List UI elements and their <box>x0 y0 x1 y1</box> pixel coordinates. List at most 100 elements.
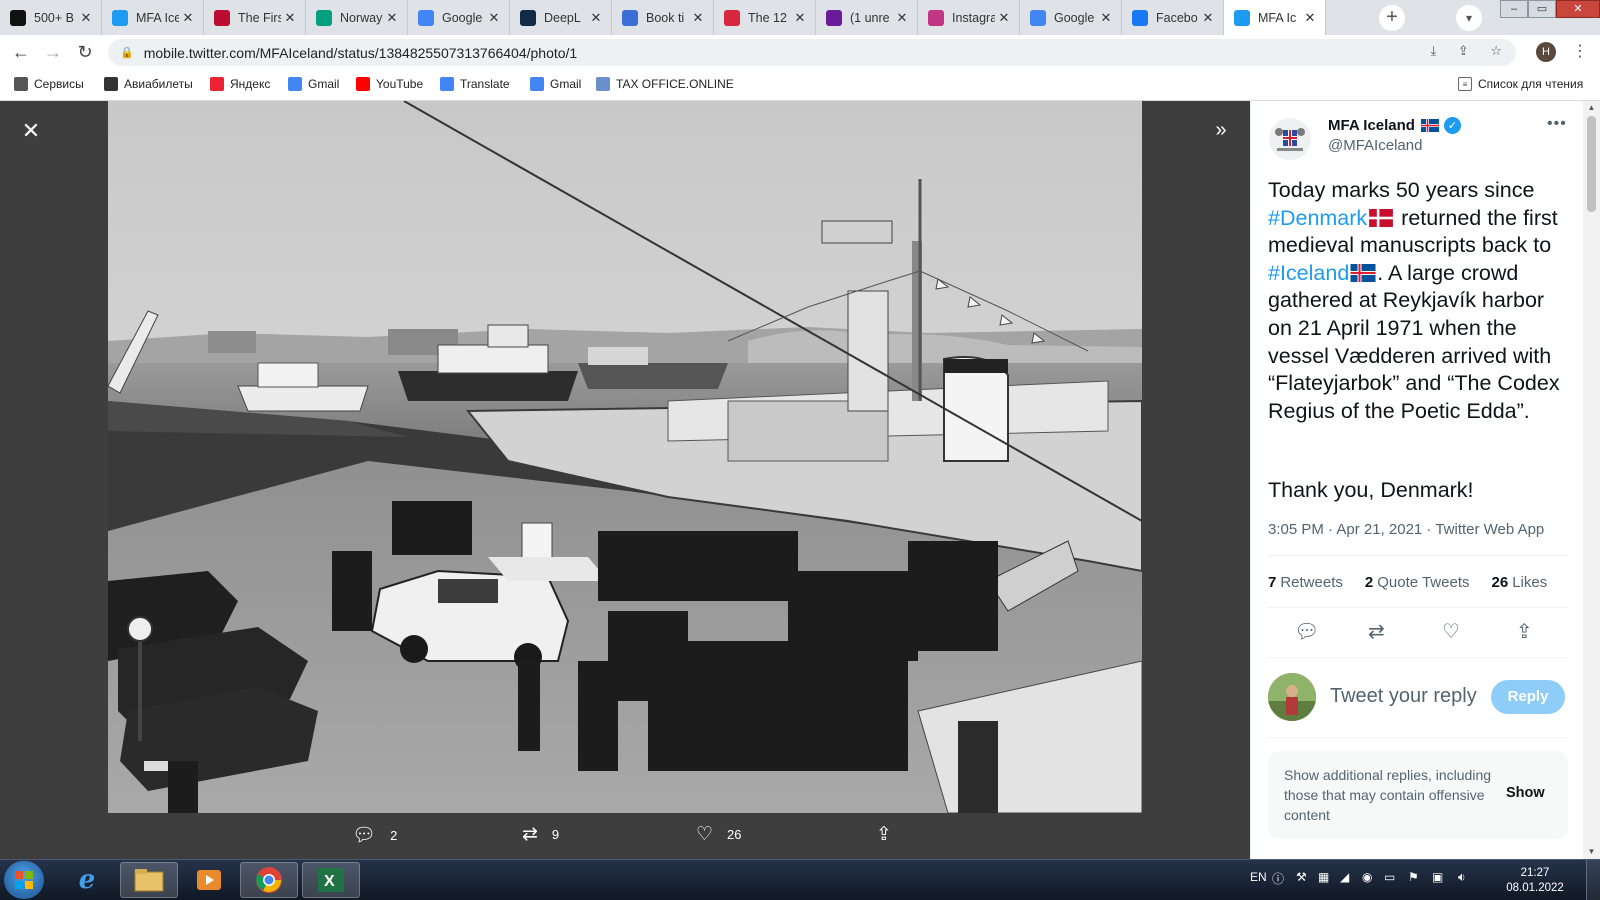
forward-button[interactable]: → <box>41 40 65 64</box>
excel-taskbar-button[interactable]: X <box>302 862 360 898</box>
bookmark-item[interactable]: Gmail <box>288 77 339 91</box>
bookmark-star-icon[interactable]: ☆ <box>1490 43 1502 58</box>
browser-tab[interactable]: (1 unre ✕ <box>816 0 918 35</box>
browser-tab[interactable]: MFA Ice ✕ <box>102 0 204 35</box>
network-icon[interactable]: ▣ <box>1432 870 1443 884</box>
browser-tab[interactable]: Google ✕ <box>408 0 510 35</box>
show-replies-button[interactable]: Show <box>1506 785 1545 801</box>
close-tab-icon[interactable]: ✕ <box>281 10 299 26</box>
show-desktop-button[interactable] <box>1586 860 1600 900</box>
hashtag-denmark[interactable]: #Denmark <box>1268 206 1367 230</box>
close-window-button[interactable]: ✕ <box>1556 0 1600 18</box>
chrome-taskbar-button[interactable] <box>240 862 298 898</box>
account-name[interactable]: MFA Iceland ✓ <box>1328 117 1461 134</box>
share-icon[interactable]: ⇪ <box>1458 43 1469 58</box>
browser-tab[interactable]: MFA Ic ✕ <box>1224 0 1326 35</box>
close-tab-icon[interactable]: ✕ <box>383 10 401 26</box>
bookmark-item[interactable]: TAX OFFICE.ONLINE <box>596 77 734 91</box>
tray-messenger-icon[interactable]: ◉ <box>1362 870 1372 884</box>
bookmark-item[interactable]: Gmail <box>530 77 581 91</box>
bookmark-item[interactable]: Яндекс <box>210 77 270 91</box>
close-tab-icon[interactable]: ✕ <box>587 10 605 26</box>
bookmark-item[interactable]: Translate <box>440 77 510 91</box>
retweet-icon[interactable]: ⇄ <box>1368 619 1385 644</box>
help-icon[interactable]: ⓘ <box>1272 870 1284 887</box>
photo-reply-button[interactable]: 💬︎ 2 <box>352 823 397 847</box>
scroll-up-icon[interactable]: ▲ <box>1583 101 1600 115</box>
reload-button[interactable]: ↻ <box>73 40 97 64</box>
language-indicator[interactable]: EN <box>1250 870 1267 884</box>
twitter-icon <box>112 9 128 26</box>
new-tab-button[interactable]: + <box>1379 5 1405 31</box>
browser-tab[interactable]: DeepL ✕ <box>510 0 612 35</box>
user-avatar[interactable] <box>1268 673 1316 721</box>
more-options-icon[interactable]: ••• <box>1547 115 1567 133</box>
close-photo-button[interactable]: ✕ <box>16 116 46 146</box>
google-translate-icon <box>440 77 454 91</box>
close-tab-icon[interactable]: ✕ <box>1097 10 1115 26</box>
file-explorer-taskbar-button[interactable] <box>120 862 178 898</box>
browser-tab[interactable]: Norway ✕ <box>306 0 408 35</box>
close-tab-icon[interactable]: ✕ <box>1199 10 1217 26</box>
bookmark-item[interactable]: Сервисы <box>14 77 84 91</box>
close-tab-icon[interactable]: ✕ <box>179 10 197 26</box>
volume-icon[interactable]: 🔉︎ <box>1458 870 1466 885</box>
tweet-photo[interactable] <box>108 101 1142 813</box>
heart-icon[interactable]: ♡ <box>1442 619 1460 644</box>
start-button[interactable] <box>4 861 44 899</box>
close-tab-icon[interactable]: ✕ <box>791 10 809 26</box>
tray-speaker-app-icon[interactable]: ◢ <box>1340 870 1349 884</box>
photo-like-button[interactable]: ♡ 26 <box>696 823 742 846</box>
page-scrollbar[interactable]: ▲ ▼ <box>1583 101 1600 859</box>
tray-wrench-icon[interactable]: ⚒ <box>1296 870 1307 884</box>
mfa-iceland-avatar[interactable] <box>1269 118 1311 160</box>
browser-tab[interactable]: The Firs ✕ <box>204 0 306 35</box>
browser-tab[interactable]: Instagra ✕ <box>918 0 1020 35</box>
system-clock[interactable]: 21:27 08.01.2022 <box>1505 866 1565 896</box>
browser-menu-icon[interactable]: ⋮ <box>1572 41 1588 61</box>
quote-tweets-stat[interactable]: 2 Quote Tweets <box>1365 574 1470 591</box>
close-tab-icon[interactable]: ✕ <box>995 10 1013 26</box>
browser-tab[interactable]: 500+ B ✕ <box>0 0 102 35</box>
browser-tab[interactable]: Facebo ✕ <box>1122 0 1224 35</box>
retweets-stat[interactable]: 7 Retweets <box>1268 574 1343 591</box>
tray-app-icon[interactable]: ▦ <box>1318 870 1329 884</box>
media-player-taskbar-button[interactable] <box>180 862 238 898</box>
scroll-thumb[interactable] <box>1587 116 1596 212</box>
bookmark-item[interactable]: Авиабилеты <box>104 77 193 91</box>
action-center-flag-icon[interactable]: ⚑ <box>1408 870 1419 884</box>
expand-panel-button[interactable]: » <box>1206 116 1236 146</box>
reply-button[interactable]: Reply <box>1491 680 1565 714</box>
tab-search-button[interactable]: ▾ <box>1456 5 1482 31</box>
hashtag-iceland[interactable]: #Iceland <box>1268 261 1349 285</box>
tweet-timestamp[interactable]: 3:05 PM · Apr 21, 2021 · Twitter Web App <box>1268 521 1544 538</box>
browser-tab[interactable]: The 12 ✕ <box>714 0 816 35</box>
tray-monitor-icon[interactable]: ▭ <box>1384 870 1395 884</box>
photo-share-button[interactable]: ⇪ <box>876 823 906 846</box>
close-tab-icon[interactable]: ✕ <box>485 10 503 26</box>
install-app-icon[interactable]: ⤓ <box>1430 43 1436 58</box>
bookmark-item[interactable]: YouTube <box>356 77 423 91</box>
close-tab-icon[interactable]: ✕ <box>689 10 707 26</box>
browser-tab[interactable]: Book ti ✕ <box>612 0 714 35</box>
close-tab-icon[interactable]: ✕ <box>893 10 911 26</box>
reading-list[interactable]: ≡ Список для чтения <box>1458 77 1583 91</box>
photo-retweet-button[interactable]: ⇄ 9 <box>522 823 559 846</box>
close-tab-icon[interactable]: ✕ <box>1301 10 1319 26</box>
profile-avatar[interactable]: H <box>1536 42 1556 62</box>
close-tab-icon[interactable]: ✕ <box>77 10 95 26</box>
reply-input[interactable]: Tweet your reply <box>1330 685 1477 708</box>
scroll-down-icon[interactable]: ▼ <box>1583 845 1600 859</box>
browser-tab[interactable]: Google ✕ <box>1020 0 1122 35</box>
reply-icon[interactable]: 💬︎ <box>1294 619 1319 644</box>
twitter-icon <box>1234 9 1250 26</box>
back-button[interactable]: ← <box>9 40 33 64</box>
internet-explorer-taskbar-button[interactable]: e <box>58 862 116 898</box>
address-bar[interactable]: 🔒 mobile.twitter.com/MFAIceland/status/1… <box>108 39 1516 66</box>
tab-label: Google <box>442 10 483 25</box>
minimize-button[interactable]: – <box>1500 0 1528 18</box>
maximize-button[interactable]: ▭ <box>1528 0 1556 18</box>
likes-stat[interactable]: 26 Likes <box>1492 574 1548 591</box>
share-icon[interactable]: ⇪ <box>1516 619 1533 644</box>
account-handle[interactable]: @MFAIceland <box>1328 137 1422 154</box>
